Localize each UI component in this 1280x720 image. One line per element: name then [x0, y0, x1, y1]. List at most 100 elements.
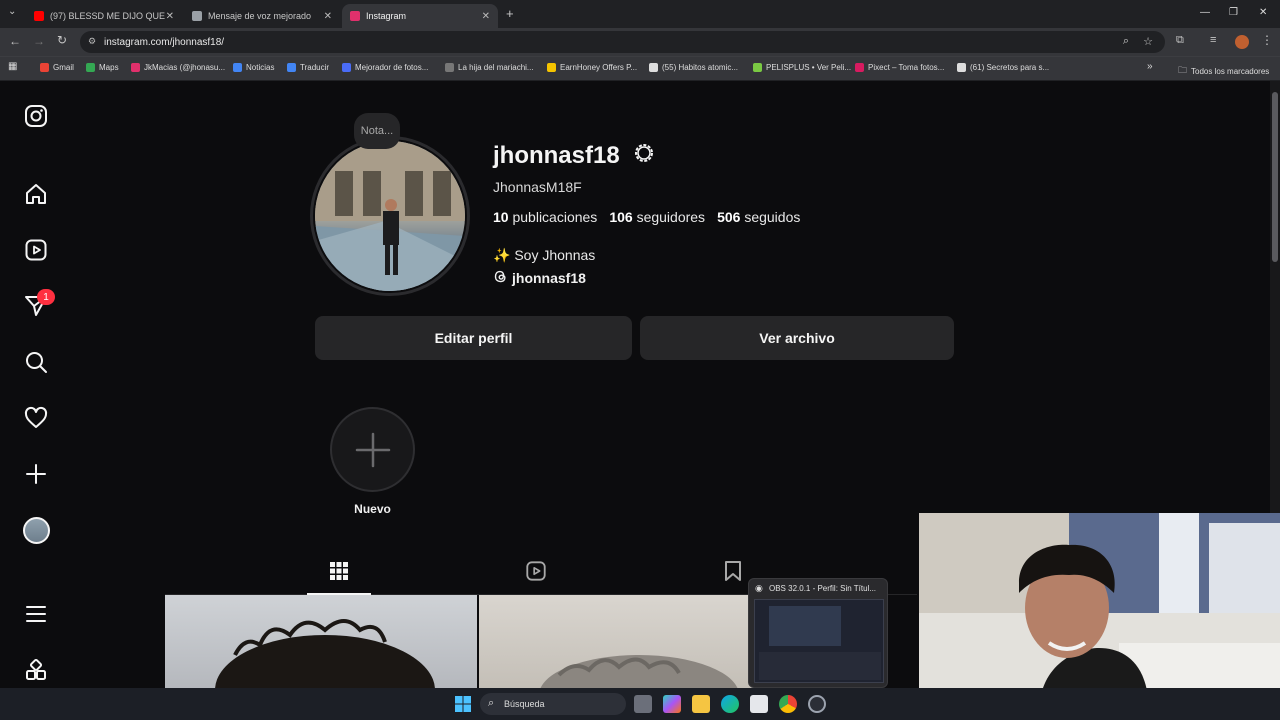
pelisplus-icon — [753, 63, 762, 72]
bookmark-jkmacias[interactable]: JkMacias (@jhonasu... — [131, 63, 225, 72]
close-window-icon[interactable]: ✕ — [1259, 7, 1267, 18]
zoom-icon[interactable]: ⌕ — [1123, 35, 1129, 48]
obs-taskbar-preview[interactable]: ◉ OBS 32.0.1 - Perfil: Sin Títul... — [748, 578, 888, 688]
site-info-icon[interactable]: ⚙ — [88, 36, 96, 47]
windows-taskbar: ⌕ Búsqueda — [0, 688, 1280, 720]
bookmark-mejorador[interactable]: Mejorador de fotos... — [342, 63, 428, 72]
scrollbar-thumb[interactable] — [1272, 92, 1278, 262]
tab-bar: ⌄ (97) BLESSD ME DIJO QUE ✕ Mensaje de v… — [0, 0, 1280, 28]
tab-posts-grid-icon[interactable] — [327, 559, 351, 583]
profile-bio: ✨ Soy Jhonnas — [493, 247, 596, 263]
profile-photo[interactable] — [315, 141, 465, 291]
close-tab-icon[interactable]: ✕ — [324, 11, 332, 22]
bookmark-page-icon — [445, 63, 454, 72]
post-thumbnail[interactable] — [479, 595, 791, 688]
news-icon — [233, 63, 242, 72]
chrome-icon[interactable] — [779, 695, 797, 713]
photo-enhancer-icon — [342, 63, 351, 72]
create-icon[interactable] — [22, 460, 50, 488]
threads-icon — [493, 269, 508, 287]
address-bar[interactable]: ⚙ instagram.com/jhonnasf18/ ⌕ ☆ — [80, 31, 1165, 53]
close-tab-icon[interactable]: ✕ — [166, 11, 174, 22]
reload-icon[interactable]: ↻ — [57, 33, 67, 47]
media-controls-icon[interactable]: ≡ — [1210, 34, 1216, 46]
instagram-icon — [131, 63, 140, 72]
profile-stats: 10 publicaciones 106 seguidores 506 segu… — [493, 209, 800, 225]
bookmark-noticias[interactable]: Noticias — [233, 63, 274, 72]
star-icon[interactable]: ☆ — [1143, 35, 1153, 48]
bookmark-earnhoney[interactable]: EarnHoney Offers P... — [547, 63, 637, 72]
tab-youtube[interactable]: (97) BLESSD ME DIJO QUE ✕ — [26, 4, 182, 28]
edit-profile-button[interactable]: Editar perfil — [315, 316, 632, 360]
bookmark-mariachi[interactable]: La hija del mariachi... — [445, 63, 534, 72]
windows-start-icon[interactable] — [455, 696, 471, 717]
tab-saved-bookmark-icon[interactable] — [721, 559, 745, 583]
all-bookmarks[interactable]: 🗀 Todos los marcadores — [1178, 63, 1269, 79]
minimize-icon[interactable]: — — [1200, 7, 1210, 18]
bookmark-traducir[interactable]: Traducir — [287, 63, 329, 72]
tab-reels-icon[interactable] — [524, 559, 548, 583]
file-explorer-icon[interactable] — [692, 695, 710, 713]
reels-icon[interactable] — [22, 236, 50, 264]
obs-taskbar-icon[interactable] — [808, 695, 826, 713]
bookmark-pelisplus[interactable]: PELISPLUS • Ver Peli... — [753, 63, 851, 72]
bookmark-maps[interactable]: Maps — [86, 63, 119, 72]
profile-avatar-icon[interactable] — [22, 516, 50, 544]
note-bubble[interactable]: Nota... — [354, 113, 400, 149]
following-link[interactable]: 506 seguidos — [717, 209, 800, 225]
edge-icon[interactable] — [721, 695, 739, 713]
post-thumbnail[interactable] — [165, 595, 477, 688]
meta-apps-icon[interactable] — [22, 657, 50, 685]
profile-username: jhonnasf18 — [493, 141, 656, 172]
view-archive-button[interactable]: Ver archivo — [640, 316, 954, 360]
menu-icon[interactable]: ⋮ — [1261, 33, 1273, 47]
back-icon[interactable]: ← — [9, 34, 21, 48]
book-icon — [957, 63, 966, 72]
copilot-icon[interactable] — [663, 695, 681, 713]
gmail-icon — [40, 63, 49, 72]
search-icon[interactable] — [22, 348, 50, 376]
followers-link[interactable]: 106 seguidores — [609, 209, 705, 225]
bookmarks-bar: ▦ Gmail Maps JkMacias (@jhonasu... Notic… — [0, 56, 1280, 80]
obs-icon: ◉ — [755, 583, 763, 593]
heart-icon[interactable] — [22, 404, 50, 432]
bookmark-pixect[interactable]: Pixect – Toma fotos... — [855, 63, 944, 72]
posts-count: 10 publicaciones — [493, 209, 598, 225]
webcam-overlay — [919, 513, 1280, 713]
profile-full-name: JhonnasM18F — [493, 179, 582, 195]
instagram-icon — [350, 11, 360, 21]
taskbar-search[interactable]: ⌕ Búsqueda — [480, 693, 626, 715]
threads-link[interactable]: jhonnasf18 — [493, 269, 586, 287]
maps-icon — [86, 63, 95, 72]
bookmark-habitos[interactable]: (55) Habitos atomic... — [649, 63, 738, 72]
extensions-icon[interactable]: ⧉ — [1176, 34, 1184, 47]
settings-gear-icon[interactable] — [632, 141, 656, 172]
hamburger-menu-icon[interactable] — [22, 600, 50, 628]
youtube-icon — [34, 11, 44, 21]
store-icon[interactable] — [750, 695, 768, 713]
page-icon — [192, 11, 202, 21]
notification-badge: 1 — [37, 289, 55, 305]
earnhoney-icon — [547, 63, 556, 72]
search-icon: ⌕ — [488, 697, 495, 709]
browser-chrome: ⌄ (97) BLESSD ME DIJO QUE ✕ Mensaje de v… — [0, 0, 1280, 81]
close-tab-icon[interactable]: ✕ — [482, 11, 490, 22]
obs-window-thumbnail — [754, 599, 884, 683]
bookmark-gmail[interactable]: Gmail — [40, 63, 74, 72]
bookmark-secretos[interactable]: (61) Secretos para s... — [957, 63, 1049, 72]
instagram-logo-icon[interactable] — [22, 102, 50, 130]
more-bookmarks-icon[interactable]: » — [1147, 61, 1153, 72]
new-tab-icon[interactable]: + — [506, 6, 514, 21]
task-view-icon[interactable] — [634, 695, 652, 713]
home-icon[interactable] — [22, 180, 50, 208]
profile-avatar[interactable] — [1235, 35, 1249, 49]
book-icon — [649, 63, 658, 72]
forward-icon[interactable]: → — [33, 34, 45, 48]
restore-icon[interactable]: ❐ — [1229, 7, 1238, 18]
tab-instagram[interactable]: Instagram ✕ — [342, 4, 498, 28]
new-highlight-button[interactable] — [330, 407, 415, 492]
tab-voice-message[interactable]: Mensaje de voz mejorado ✕ — [184, 4, 340, 28]
tab-search-chevron-icon[interactable]: ⌄ — [8, 6, 16, 17]
apps-icon[interactable]: ▦ — [8, 61, 17, 72]
new-highlight-label: Nuevo — [354, 502, 391, 516]
